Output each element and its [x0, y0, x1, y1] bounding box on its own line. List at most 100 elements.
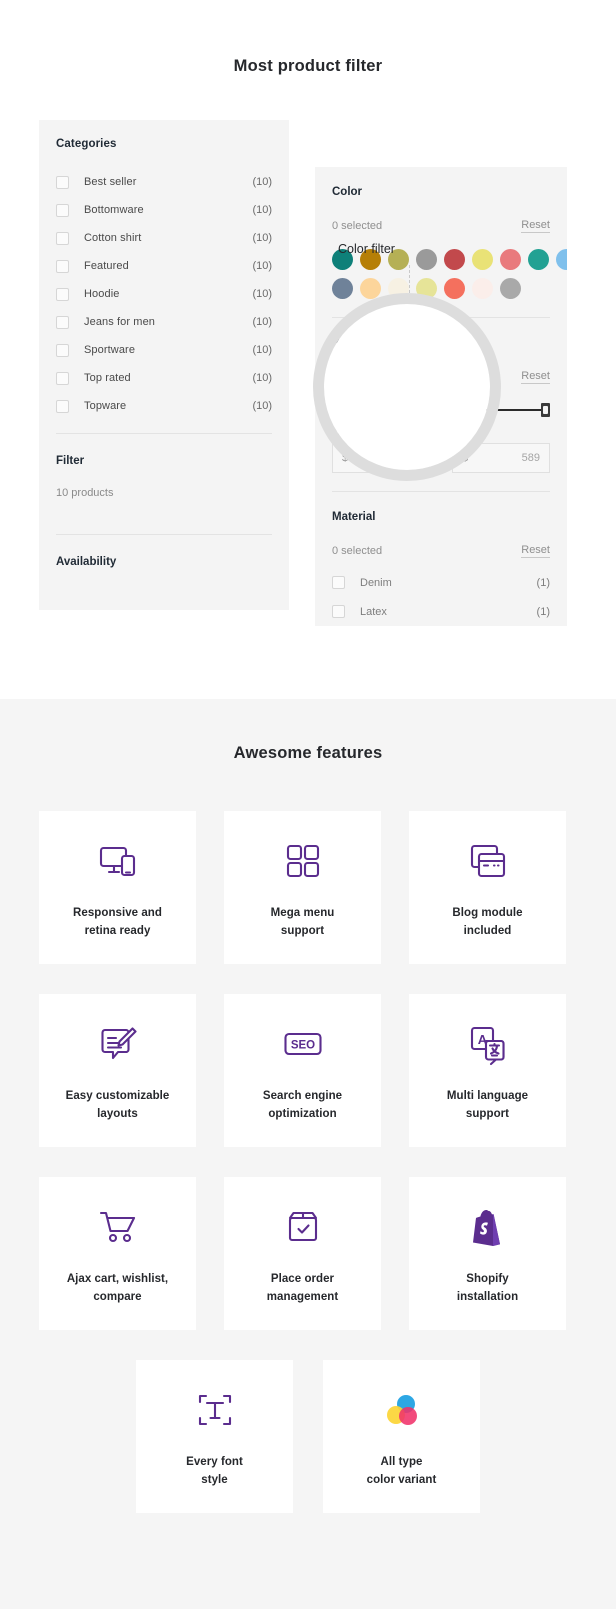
features-grid-last-row: Every font style All type color variant: [0, 1360, 616, 1513]
color-circles-icon: [380, 1384, 424, 1436]
shopify-bag-icon: [466, 1201, 510, 1253]
material-row[interactable]: Latex (1): [332, 597, 550, 626]
feature-card[interactable]: Responsive and retina ready: [39, 811, 196, 964]
category-checkbox[interactable]: [56, 259, 69, 273]
feature-card-label: Mega menu support: [270, 906, 335, 937]
price-to-caption: To: [452, 428, 462, 438]
category-checkbox[interactable]: [56, 343, 69, 357]
grid-squares-icon: [281, 835, 325, 887]
features-section: Awesome features Responsive and retina re…: [0, 699, 616, 1609]
color-swatch[interactable]: [444, 249, 465, 270]
category-checkbox[interactable]: [56, 287, 69, 301]
edit-layout-icon: [96, 1018, 140, 1070]
category-count: (10): [252, 232, 272, 244]
category-checkbox[interactable]: [56, 175, 69, 189]
category-row[interactable]: Topware (10): [56, 392, 272, 420]
price-highest-note: The highest price is $589.00: [332, 371, 471, 383]
slider-handle-max[interactable]: [541, 403, 550, 417]
color-reset-link[interactable]: Reset: [521, 219, 550, 233]
feature-card[interactable]: Mega menu support: [224, 811, 381, 964]
svg-text:SEO: SEO: [290, 1039, 314, 1051]
material-checkbox[interactable]: [332, 605, 345, 618]
category-row[interactable]: Best seller (10): [56, 168, 272, 196]
feature-card[interactable]: Blog module included: [409, 811, 566, 964]
category-row[interactable]: Hoodie (10): [56, 280, 272, 308]
color-swatch[interactable]: [416, 278, 437, 299]
panels-container: Categories Best seller (10) Bottomware (10)…: [0, 120, 616, 640]
color-swatch[interactable]: [500, 249, 521, 270]
font-style-icon: [193, 1384, 237, 1436]
translate-icon: A: [466, 1018, 510, 1070]
features-title: Awesome features: [233, 744, 383, 762]
category-label: Bottomware: [84, 204, 144, 216]
feature-card[interactable]: Shopify installation: [409, 1177, 566, 1330]
price-range-separator: -: [439, 452, 443, 464]
material-reset-link[interactable]: Reset: [521, 544, 550, 558]
category-row[interactable]: Top rated (10): [56, 364, 272, 392]
filter-showcase-section: Most product filter Categories Best sell…: [0, 0, 616, 699]
category-checkbox[interactable]: [56, 203, 69, 217]
categories-heading: Categories: [56, 138, 117, 150]
feature-card[interactable]: Place order management: [224, 1177, 381, 1330]
feature-card[interactable]: Ajax cart, wishlist, compare: [39, 1177, 196, 1330]
material-row[interactable]: Denim (1): [332, 568, 550, 597]
filter-product-count: 10 products: [56, 487, 114, 499]
feature-card[interactable]: A Multi language support: [409, 994, 566, 1147]
feature-card[interactable]: Every font style: [136, 1360, 293, 1513]
color-swatch[interactable]: [528, 249, 549, 270]
category-count: (10): [252, 372, 272, 384]
page-root: Most product filter Categories Best sell…: [0, 0, 616, 1609]
category-count: (10): [252, 288, 272, 300]
seo-badge-icon: SEO: [281, 1018, 325, 1070]
callout-label: Color filter: [338, 242, 395, 256]
slider-handle-min[interactable]: [332, 403, 341, 417]
category-checkbox[interactable]: [56, 399, 69, 413]
color-swatch[interactable]: [388, 278, 409, 299]
feature-card[interactable]: SEO Search engine optimization: [224, 994, 381, 1147]
filter-panel: Color 0 selected Reset Price The highest…: [315, 167, 567, 626]
price-range-inputs: From $ 0 - To $ 589: [332, 428, 550, 473]
category-checkbox[interactable]: [56, 231, 69, 245]
feature-card[interactable]: Easy customizable layouts: [39, 994, 196, 1147]
color-swatch[interactable]: [416, 249, 437, 270]
price-reset-link[interactable]: Reset: [521, 370, 550, 384]
color-swatch[interactable]: [556, 249, 567, 270]
feature-card[interactable]: All type color variant: [323, 1360, 480, 1513]
feature-card-label: Blog module included: [452, 906, 523, 937]
material-selected-count: 0 selected: [332, 545, 383, 557]
color-swatch[interactable]: [472, 249, 493, 270]
color-swatch[interactable]: [332, 278, 353, 299]
category-checkbox[interactable]: [56, 315, 69, 329]
currency-symbol: $: [342, 452, 349, 464]
feature-card-label: Search engine optimization: [262, 1089, 343, 1120]
feature-card-label: Responsive and retina ready: [73, 906, 162, 937]
callout-leader-line: [409, 265, 410, 293]
price-meta-row: The highest price is $589.00 Reset: [332, 349, 550, 384]
color-swatch[interactable]: [360, 278, 381, 299]
category-label: Cotton shirt: [84, 232, 142, 244]
price-from-input[interactable]: $ 0: [332, 443, 430, 473]
color-swatch[interactable]: [472, 278, 493, 299]
material-checkbox[interactable]: [332, 576, 345, 589]
categories-panel: Categories Best seller (10) Bottomware (10)…: [39, 120, 289, 610]
slider-track: [333, 409, 549, 411]
page-title: Most product filter: [233, 57, 383, 75]
category-label: Sportware: [84, 344, 136, 356]
price-to-input[interactable]: $ 589: [452, 443, 550, 473]
price-to-value: 589: [521, 452, 540, 464]
category-count: (10): [252, 344, 272, 356]
material-label: Latex: [360, 605, 387, 618]
category-row[interactable]: Featured (10): [56, 252, 272, 280]
price-to-field: To $ 589: [452, 428, 550, 473]
price-range-slider[interactable]: [332, 403, 550, 417]
category-row[interactable]: Bottomware (10): [56, 196, 272, 224]
feature-card-label: Ajax cart, wishlist, compare: [66, 1272, 169, 1303]
category-row[interactable]: Jeans for men (10): [56, 308, 272, 336]
category-checkbox[interactable]: [56, 371, 69, 385]
availability-heading: Availability: [56, 556, 117, 568]
category-row[interactable]: Cotton shirt (10): [56, 224, 272, 252]
material-label: Denim: [360, 576, 392, 589]
category-row[interactable]: Sportware (10): [56, 336, 272, 364]
color-swatch[interactable]: [444, 278, 465, 299]
color-swatch[interactable]: [500, 278, 521, 299]
